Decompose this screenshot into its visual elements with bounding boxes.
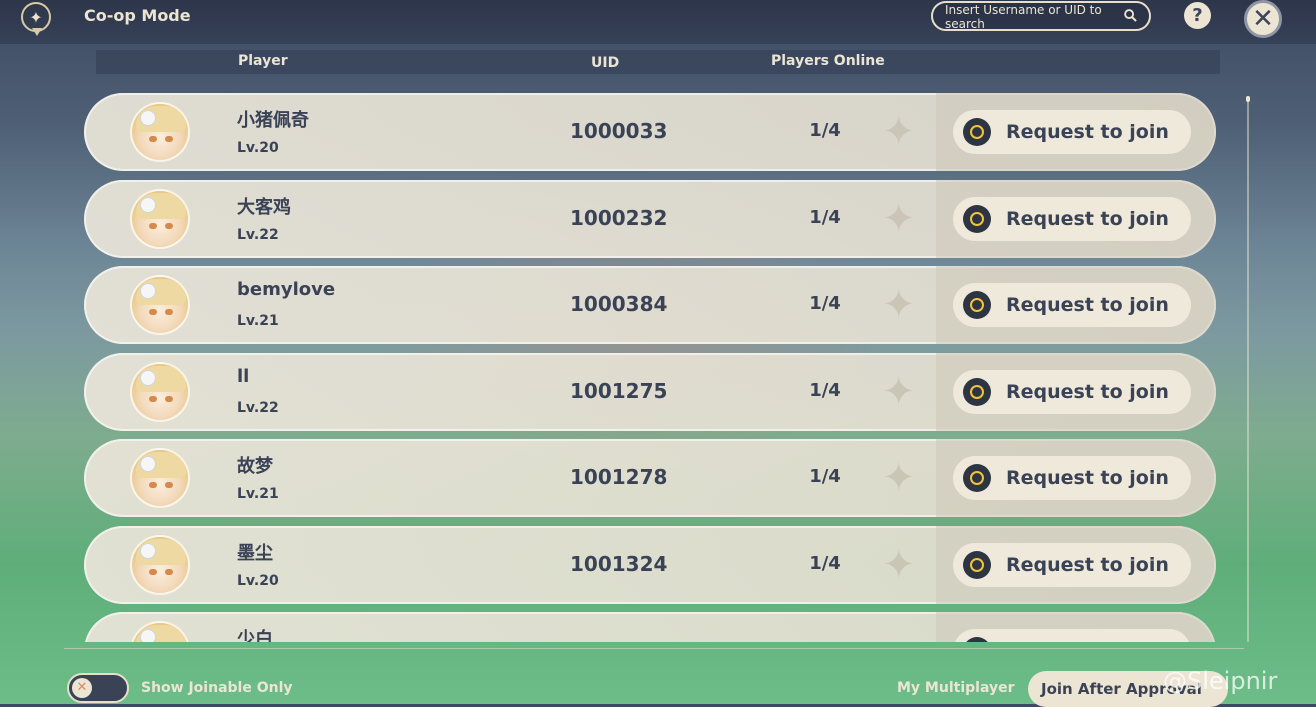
sparkle-icon: ✦	[882, 369, 916, 415]
player-row: ✦ 小猪佩奇 Lv.20 1000033 1/4 Request to join	[84, 93, 1216, 171]
request-to-join-label: Request to join	[1006, 467, 1169, 489]
sparkle-icon: ✦	[882, 542, 916, 588]
join-circle-icon	[963, 464, 991, 492]
join-circle-icon	[963, 205, 991, 233]
sparkle-icon: ✦	[882, 282, 916, 328]
player-list[interactable]: ✦ 小猪佩奇 Lv.20 1000033 1/4 Request to join…	[84, 86, 1220, 642]
player-row: 少白	[84, 612, 1216, 642]
request-to-join-label: Request to join	[1006, 381, 1169, 403]
column-header-player: Player	[238, 53, 288, 69]
player-uid: 1001324	[570, 552, 668, 576]
request-to-join-button[interactable]: Request to join	[953, 456, 1191, 500]
join-circle-icon	[963, 118, 991, 146]
request-to-join-button[interactable]: Request to join	[953, 197, 1191, 241]
join-circle-icon	[963, 378, 991, 406]
players-online: 1/4	[809, 207, 841, 228]
player-name: 少白	[237, 629, 273, 642]
request-to-join-button[interactable]: Request to join	[953, 283, 1191, 327]
join-circle-icon	[963, 637, 991, 642]
players-online: 1/4	[809, 466, 841, 487]
request-to-join-label: Request to join	[1006, 208, 1169, 230]
request-to-join-button[interactable]: Request to join	[953, 370, 1191, 414]
request-to-join-button[interactable]: Request to join	[953, 543, 1191, 587]
sparkle-icon: ✦	[882, 196, 916, 242]
player-name: 大客鸡	[237, 197, 291, 218]
avatar	[130, 448, 190, 508]
player-row: ✦ 墨尘 Lv.20 1001324 1/4 Request to join	[84, 526, 1216, 604]
players-online: 1/4	[809, 553, 841, 574]
player-uid: 1000384	[570, 292, 668, 316]
scrollbar-thumb[interactable]	[1246, 96, 1250, 102]
column-header-online: Players Online	[771, 53, 885, 69]
search-icon[interactable]	[1124, 9, 1137, 22]
avatar	[130, 102, 190, 162]
player-level: Lv.21	[237, 313, 279, 329]
search-input[interactable]: Insert Username or UID to search	[931, 1, 1151, 31]
column-header-uid: UID	[591, 55, 620, 71]
player-row: ✦ bemylove Lv.21 1000384 1/4 Request to …	[84, 266, 1216, 344]
player-level: Lv.21	[237, 486, 279, 502]
player-uid: 1000033	[570, 119, 668, 143]
compass-pointer-icon	[32, 28, 42, 36]
player-level: Lv.22	[237, 400, 279, 416]
player-name: ll	[237, 366, 250, 387]
sparkle-icon: ✦	[882, 455, 916, 501]
player-name: 故梦	[237, 456, 273, 477]
show-joinable-label: Show Joinable Only	[141, 680, 293, 696]
players-online: 1/4	[809, 380, 841, 401]
search-placeholder: Insert Username or UID to search	[945, 3, 1102, 31]
my-multiplayer-label: My Multiplayer	[897, 680, 1015, 696]
avatar	[130, 275, 190, 335]
scrollbar-track[interactable]	[1247, 96, 1249, 642]
avatar	[130, 535, 190, 595]
help-button[interactable]: ?	[1184, 2, 1211, 29]
player-row: ✦ ll Lv.22 1001275 1/4 Request to join	[84, 353, 1216, 431]
player-level: Lv.20	[237, 573, 279, 589]
watermark: @Sleipnir	[1163, 667, 1278, 695]
request-to-join-label: Request to join	[1006, 294, 1169, 316]
page-title: Co-op Mode	[84, 6, 191, 25]
players-online: 1/4	[809, 293, 841, 314]
players-online: 1/4	[809, 120, 841, 141]
player-row: ✦ 大客鸡 Lv.22 1000232 1/4 Request to join	[84, 180, 1216, 258]
divider	[64, 648, 1244, 649]
player-name: 墨尘	[237, 543, 273, 564]
player-row: ✦ 故梦 Lv.21 1001278 1/4 Request to join	[84, 439, 1216, 517]
join-circle-icon	[963, 291, 991, 319]
player-level: Lv.22	[237, 227, 279, 243]
join-circle-icon	[963, 551, 991, 579]
request-to-join-button[interactable]: Request to join	[953, 110, 1191, 154]
show-joinable-toggle[interactable]: ✕	[67, 673, 129, 703]
player-uid: 1001278	[570, 465, 668, 489]
request-to-join-label: Request to join	[1006, 121, 1169, 143]
avatar	[130, 189, 190, 249]
avatar	[130, 362, 190, 422]
avatar	[130, 621, 190, 642]
sparkle-icon: ✦	[882, 109, 916, 155]
player-level: Lv.20	[237, 140, 279, 156]
request-to-join-button[interactable]	[953, 629, 1191, 642]
player-uid: 1001275	[570, 379, 668, 403]
request-to-join-label: Request to join	[1006, 554, 1169, 576]
player-uid: 1000232	[570, 206, 668, 230]
close-button[interactable]: ✕	[1244, 0, 1282, 38]
toggle-off-icon: ✕	[72, 678, 92, 698]
player-name: bemylove	[237, 279, 336, 300]
player-name: 小猪佩奇	[237, 110, 309, 131]
